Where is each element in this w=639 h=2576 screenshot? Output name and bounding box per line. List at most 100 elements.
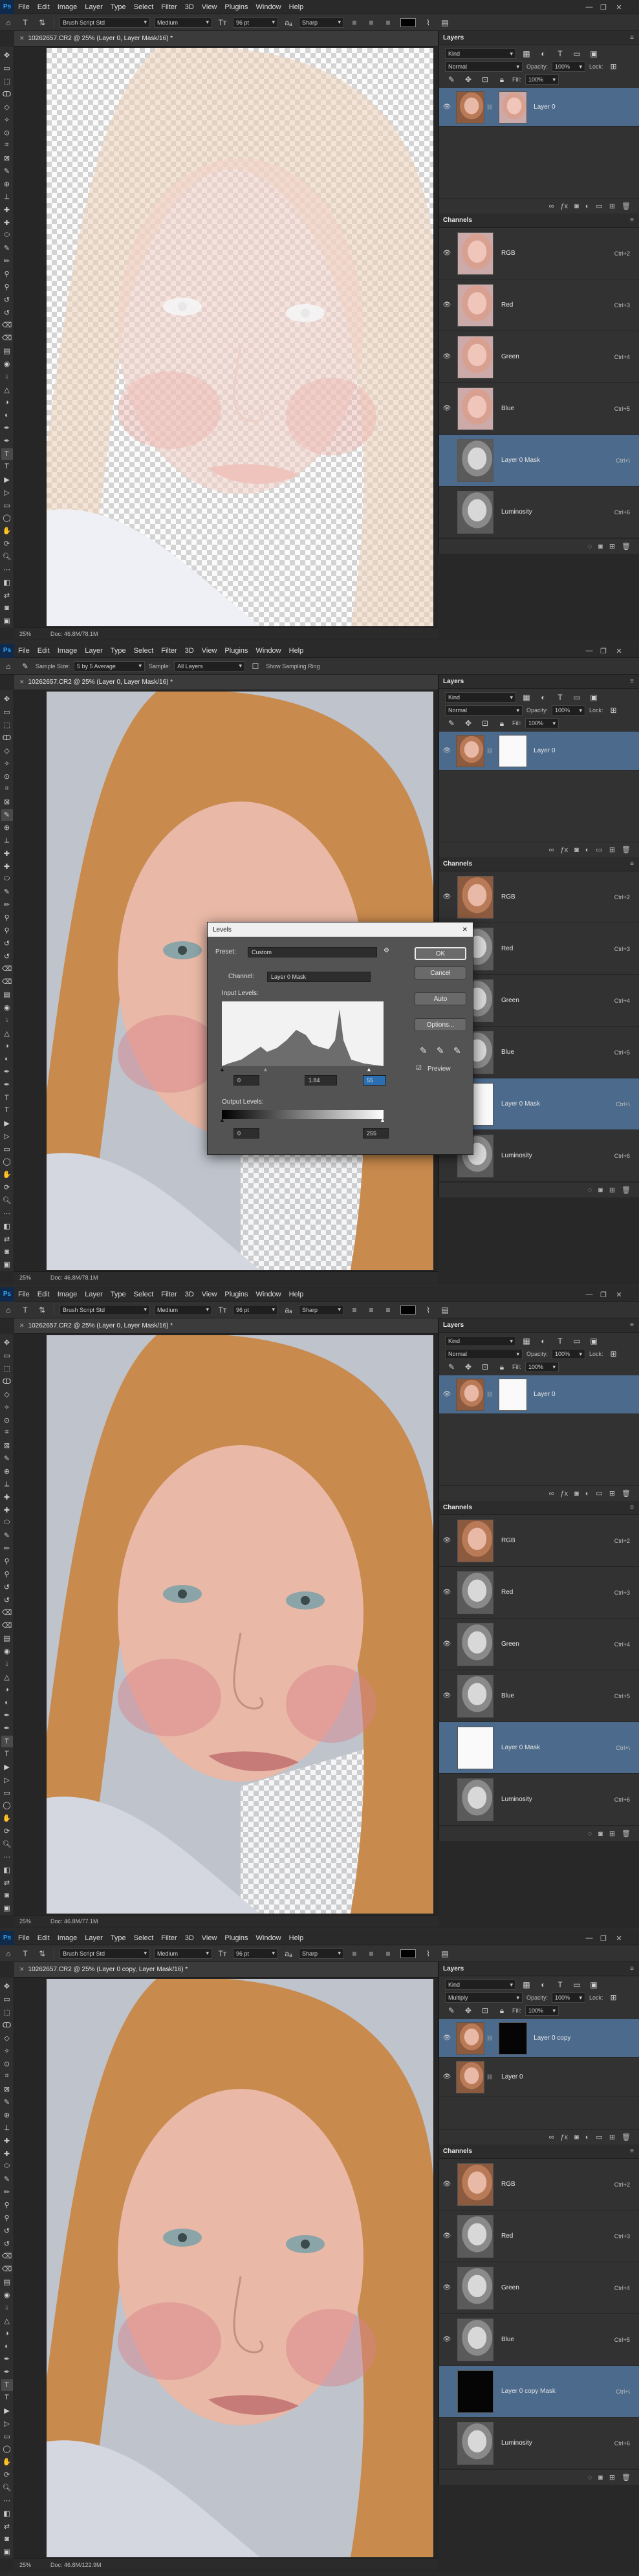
group-icon[interactable]: ▭ bbox=[596, 846, 602, 854]
menu-plugins[interactable]: Plugins bbox=[221, 1934, 252, 1942]
eraser-icon[interactable]: ⌫ bbox=[1, 320, 13, 331]
save-selection-icon[interactable]: ◙ bbox=[598, 543, 603, 551]
filter-kind-select[interactable]: Kind ▾ bbox=[445, 1980, 516, 1990]
panel-menu-icon[interactable]: ≡ bbox=[630, 678, 634, 685]
filter-pixel-icon[interactable]: ▦ bbox=[520, 1335, 533, 1347]
filter-pixel-icon[interactable]: ▦ bbox=[520, 692, 533, 703]
link-icon[interactable]: ⛓︎ bbox=[486, 2074, 493, 2080]
quick-mask-icon[interactable]: ◙ bbox=[1, 1890, 13, 1901]
frame-icon[interactable]: ⊠ bbox=[1, 1440, 13, 1452]
dodge-icon[interactable]: ◑ bbox=[1, 397, 13, 408]
filter-pixel-icon[interactable]: ▦ bbox=[520, 1979, 533, 1991]
menu-edit[interactable]: Edit bbox=[34, 647, 54, 655]
lock-all-icon[interactable]: 🔒︎ bbox=[495, 74, 508, 85]
new-layer-icon[interactable]: ⊞ bbox=[609, 846, 615, 854]
lasso-icon[interactable]: ↀ bbox=[1, 2020, 13, 2031]
filter-type-icon[interactable]: T bbox=[554, 692, 567, 703]
gear-icon[interactable]: ⚙ bbox=[384, 947, 389, 954]
more-tools-icon[interactable]: ⋯ bbox=[1, 1851, 13, 1862]
eye-icon[interactable]: 👁︎ bbox=[442, 747, 452, 754]
crop-icon[interactable]: ⌗ bbox=[1, 140, 13, 151]
cancel-button[interactable]: Cancel bbox=[415, 966, 466, 979]
channel-row[interactable]: 👁︎ Blue Ctrl+5 bbox=[439, 2314, 639, 2366]
close-icon[interactable]: ✕ bbox=[612, 644, 626, 658]
layer-name[interactable]: Layer 0 bbox=[501, 2073, 523, 2080]
healing-icon[interactable]: ✚ bbox=[1, 847, 13, 859]
history-brush-icon[interactable]: ↺ bbox=[1, 1581, 13, 1593]
group-icon[interactable]: ▭ bbox=[596, 1489, 602, 1498]
filter-adjust-icon[interactable]: ◐ bbox=[537, 1979, 550, 1991]
lock-paint-icon[interactable]: ✎ bbox=[445, 74, 458, 85]
menu-image[interactable]: Image bbox=[54, 1291, 81, 1298]
type-vertical-icon[interactable]: T bbox=[1, 2392, 13, 2404]
menu-plugins[interactable]: Plugins bbox=[221, 647, 252, 655]
colors-icon[interactable]: ◧ bbox=[1, 1220, 13, 1232]
marquee-icon[interactable]: ⬚ bbox=[1, 2007, 13, 2018]
crop-icon[interactable]: ⌗ bbox=[1, 2071, 13, 2082]
bg-eraser-icon[interactable]: ⌫ bbox=[1, 2264, 13, 2275]
canvas-area[interactable] bbox=[14, 47, 438, 628]
ruler-icon[interactable]: ⟂ bbox=[1, 191, 13, 202]
ok-button[interactable]: OK bbox=[415, 947, 466, 960]
document-tab[interactable]: ✕ 10262657.CR2 @ 25% (Layer 0 copy, Laye… bbox=[14, 1962, 438, 1978]
type-vertical-icon[interactable]: T bbox=[1, 1749, 13, 1760]
channel-row[interactable]: 👁︎ Red Ctrl+3 bbox=[439, 1567, 639, 1619]
menu-filter[interactable]: Filter bbox=[157, 647, 180, 655]
quick-select-icon[interactable]: ⊙ bbox=[1, 1414, 13, 1426]
lock-pixels-icon[interactable]: ⊞ bbox=[607, 1992, 620, 2003]
dodge-icon[interactable]: ◑ bbox=[1, 1684, 13, 1696]
add-mask-icon[interactable]: ◙ bbox=[574, 846, 579, 854]
pattern-stamp-icon[interactable]: ⚲ bbox=[1, 2212, 13, 2223]
eye-icon[interactable]: 👁︎ bbox=[442, 2181, 452, 2188]
colors-icon[interactable]: ◧ bbox=[1, 576, 13, 588]
zoom-icon[interactable]: 🔍︎ bbox=[1, 2482, 13, 2494]
font-style-select[interactable]: Medium ▾ bbox=[154, 1948, 212, 1959]
rotate-view-icon[interactable]: ⟳ bbox=[1, 1826, 13, 1837]
channels-tab[interactable]: Channels bbox=[443, 217, 472, 224]
rectangle-icon[interactable]: ▭ bbox=[1, 2430, 13, 2442]
poly-lasso-icon[interactable]: ◇ bbox=[1, 1388, 13, 1400]
new-channel-icon[interactable]: ⊞ bbox=[609, 1186, 615, 1194]
close-icon[interactable]: ✕ bbox=[612, 1931, 626, 1945]
pencil-icon[interactable]: ✏ bbox=[1, 256, 13, 267]
layer-row[interactable]: 👁︎ ⛓︎ Layer 0 bbox=[439, 88, 639, 127]
lock-all-icon[interactable]: 🔒︎ bbox=[495, 2005, 508, 2016]
opacity-field[interactable]: 100% ▾ bbox=[552, 705, 586, 715]
lock-artboard-icon[interactable]: ⊡ bbox=[479, 2005, 492, 2016]
document-tab[interactable]: ✕ 10262657.CR2 @ 25% (Layer 0, Layer Mas… bbox=[14, 1318, 438, 1334]
new-channel-icon[interactable]: ⊞ bbox=[609, 542, 615, 551]
filter-adjust-icon[interactable]: ◐ bbox=[537, 692, 550, 703]
layer-thumbnail[interactable] bbox=[456, 2022, 484, 2055]
align-right-icon[interactable]: ≡ bbox=[382, 1304, 395, 1316]
ruler-icon[interactable]: ⟂ bbox=[1, 1478, 13, 1490]
type-icon[interactable]: T bbox=[1, 448, 13, 460]
layer-row[interactable]: 👁︎ ⛓︎ Layer 0 bbox=[439, 732, 639, 770]
lock-pixels-icon[interactable]: ⊞ bbox=[607, 704, 620, 716]
colors-icon[interactable]: ◧ bbox=[1, 2507, 13, 2519]
restore-icon[interactable]: ❐ bbox=[596, 0, 611, 14]
lasso-icon[interactable]: ↀ bbox=[1, 1376, 13, 1388]
home-icon[interactable]: ⌂ bbox=[2, 660, 15, 672]
blur-icon[interactable]: 💧︎ bbox=[1, 1658, 13, 1670]
quick-mask-icon[interactable]: ◙ bbox=[1, 2533, 13, 2545]
filter-kind-select[interactable]: Kind ▾ bbox=[445, 1336, 516, 1346]
align-center-icon[interactable]: ≡ bbox=[365, 17, 378, 28]
align-center-icon[interactable]: ≡ bbox=[365, 1948, 378, 1959]
layer-name[interactable]: Layer 0 copy bbox=[534, 2035, 570, 2042]
menu-layer[interactable]: Layer bbox=[81, 1934, 107, 1942]
char-panel-icon[interactable]: ▤ bbox=[439, 17, 451, 28]
paint-bucket-icon[interactable]: ◉ bbox=[1, 2289, 13, 2301]
eye-icon[interactable]: 👁︎ bbox=[442, 893, 452, 901]
group-icon[interactable]: ▭ bbox=[596, 202, 602, 210]
close-tab-icon[interactable]: ✕ bbox=[19, 1966, 25, 1973]
warp-text-icon[interactable]: ⌇ bbox=[422, 1304, 435, 1316]
align-right-icon[interactable]: ≡ bbox=[382, 1948, 395, 1959]
eye-icon[interactable]: 👁︎ bbox=[442, 2336, 452, 2343]
lock-pixels-icon[interactable]: ⊞ bbox=[607, 1348, 620, 1360]
crop-icon[interactable]: ⌗ bbox=[1, 783, 13, 795]
dodge-icon[interactable]: ◑ bbox=[1, 1040, 13, 1052]
spot-heal-icon[interactable]: ✚ bbox=[1, 217, 13, 228]
channel-row[interactable]: 👁︎ Green Ctrl+4 bbox=[439, 2262, 639, 2314]
filter-adjust-icon[interactable]: ◐ bbox=[537, 48, 550, 60]
toggle-orientation-icon[interactable]: ⇅ bbox=[36, 1304, 49, 1316]
